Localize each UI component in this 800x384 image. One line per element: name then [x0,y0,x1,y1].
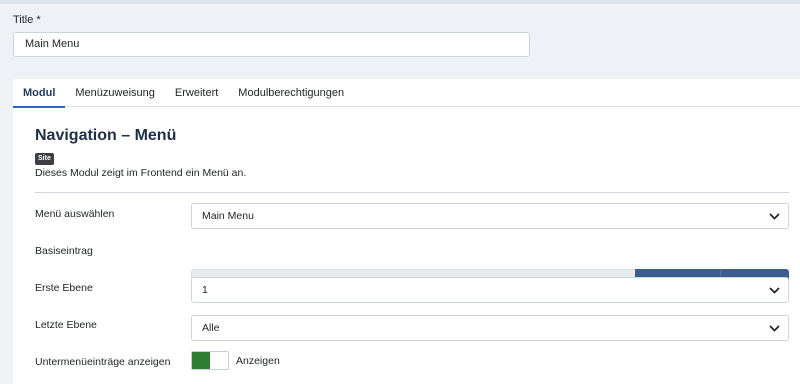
tab-panel-modul: Navigation – Menü Site Dieses Modul zeig… [13,108,800,384]
tab-bar: Modul Menüzuweisung Erweitert Modulberec… [13,79,800,108]
site-badge: Site [35,153,54,165]
tab-modulberechtigungen[interactable]: Modulberechtigungen [228,79,354,107]
start-level-value: 1 [202,284,208,296]
title-input[interactable]: Main Menu [13,32,530,57]
switch-on-indicator [192,352,210,369]
menu-select-value: Main Menu [202,210,254,222]
show-submenu-label: Untermenüeinträge anzeigen [35,356,171,368]
tab-modul[interactable]: Modul [13,79,66,108]
show-submenu-switch[interactable] [191,351,229,370]
end-level-value: Alle [202,322,220,334]
top-strip [0,0,800,4]
chevron-down-icon [760,204,788,228]
chevron-down-icon [760,316,788,340]
end-level-select[interactable]: Alle [191,315,789,341]
start-level-select[interactable]: 1 [191,277,789,303]
module-description: Dieses Modul zeigt im Frontend ein Menü … [35,167,247,179]
start-level-label: Erste Ebene [35,282,93,294]
module-card: Modul Menüzuweisung Erweitert Modulberec… [13,79,800,384]
title-label: Title * [13,14,41,26]
base-item-label: Basiseintrag [35,245,93,257]
menu-select-label: Menü auswählen [35,208,115,220]
tab-erweitert[interactable]: Erweitert [165,79,228,107]
show-submenu-state: Anzeigen [236,355,280,367]
module-heading: Navigation – Menü [35,127,177,144]
tab-menuezuweisung[interactable]: Menüzuweisung [65,79,165,107]
end-level-label: Letzte Ebene [35,319,97,331]
menu-select[interactable]: Main Menu [191,203,789,229]
chevron-down-icon [760,278,788,302]
divider [35,192,789,193]
